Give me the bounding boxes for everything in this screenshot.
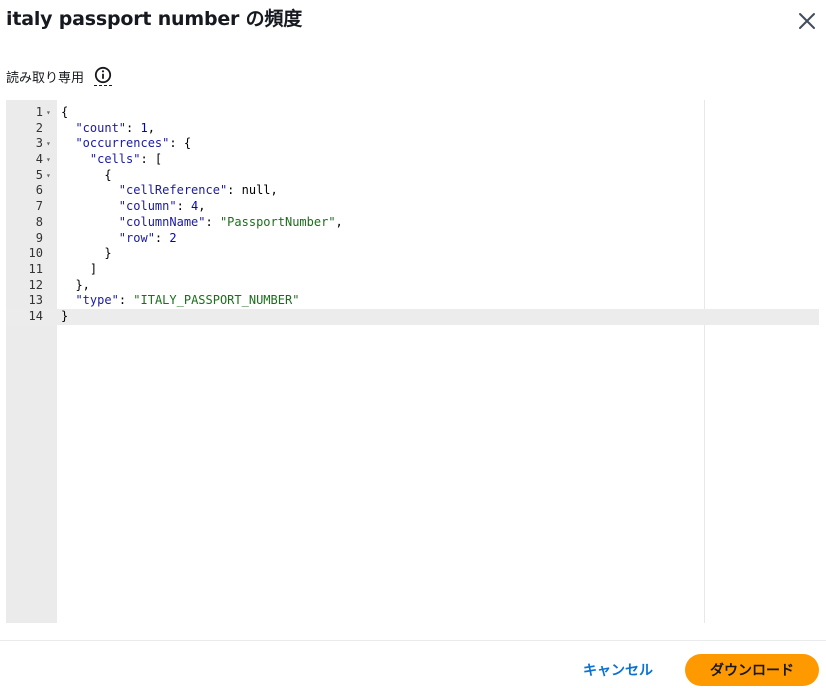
modal-title: italy passport number の頻度 [6, 8, 303, 30]
code-line: 3 ▾ "occurrences": { [6, 136, 819, 152]
line-number: 10 [28, 246, 43, 261]
line-number: 7 [35, 199, 43, 214]
code-text: "column": 4, [118, 199, 206, 214]
info-icon [94, 66, 112, 84]
code-line: 11 ] [6, 262, 819, 278]
code-text: } [61, 308, 69, 323]
line-number: 3 [35, 136, 43, 151]
read-only-label: 読み取り専用 [6, 70, 85, 86]
footer-divider [0, 640, 826, 641]
code-line: 9 "row": 2 [6, 231, 819, 247]
code-line: 12 }, [6, 278, 819, 294]
fold-toggle-icon[interactable]: ▾ [46, 152, 51, 168]
code-line: 13 "type": "ITALY_PASSPORT_NUMBER" [6, 293, 819, 309]
line-number: 4 [35, 152, 43, 167]
json-code-editor[interactable]: 1 ▾{2 "count": 1, 3 ▾ "occurrences": {4 ▾ "c… [6, 100, 819, 623]
line-number: 14 [28, 308, 43, 323]
code-line: 2 "count": 1, [6, 121, 819, 137]
code-text: "cells": [ [89, 152, 163, 167]
fold-toggle-icon[interactable]: ▾ [46, 136, 51, 152]
line-number: 11 [28, 261, 43, 276]
code-line: 6 "cellReference": null, [6, 183, 819, 199]
code-text: "row": 2 [118, 230, 177, 245]
code-line: 7 "column": 4, [6, 199, 819, 215]
code-line: 4 ▾ "cells": [ [6, 152, 819, 168]
read-only-label-row: 読み取り専用 [6, 66, 113, 86]
info-link[interactable] [94, 66, 113, 86]
info-underline [94, 85, 113, 86]
close-button[interactable] [792, 6, 822, 36]
cancel-button[interactable]: キャンセル [566, 654, 670, 686]
code-text: "columnName": "PassportNumber", [118, 214, 343, 229]
line-number: 6 [35, 183, 43, 198]
code-text: { [61, 105, 69, 119]
code-line: 10 } [6, 246, 819, 262]
code-line: 5 ▾ { [6, 168, 819, 184]
code-text: }, [61, 277, 90, 292]
code-text: "count": 1, [75, 120, 155, 135]
code-text: "occurrences": { [75, 136, 192, 151]
line-number: 8 [35, 214, 43, 229]
code-area: 1 ▾{2 "count": 1, 3 ▾ "occurrences": {4 ▾ "c… [6, 105, 819, 325]
line-number: 5 [35, 167, 43, 182]
fold-toggle-icon[interactable]: ▾ [46, 168, 51, 184]
fold-toggle-icon[interactable]: ▾ [46, 105, 51, 121]
code-line: 1 ▾ { [6, 105, 819, 121]
code-line: 14} [6, 308, 819, 325]
close-icon [799, 13, 815, 29]
download-button[interactable]: ダウンロード [685, 654, 819, 686]
code-text: "cellReference": null, [118, 183, 278, 198]
code-text: } [61, 246, 112, 261]
code-text: "type": "ITALY_PASSPORT_NUMBER" [75, 293, 300, 308]
line-number: 1 [35, 105, 43, 119]
line-number: 2 [35, 120, 43, 135]
line-number: 9 [35, 230, 43, 245]
code-text: ] [61, 261, 98, 276]
line-number: 13 [28, 293, 43, 308]
line-number: 12 [28, 277, 43, 292]
code-line: 8 "columnName": "PassportNumber", [6, 215, 819, 231]
code-text: { [61, 167, 112, 182]
